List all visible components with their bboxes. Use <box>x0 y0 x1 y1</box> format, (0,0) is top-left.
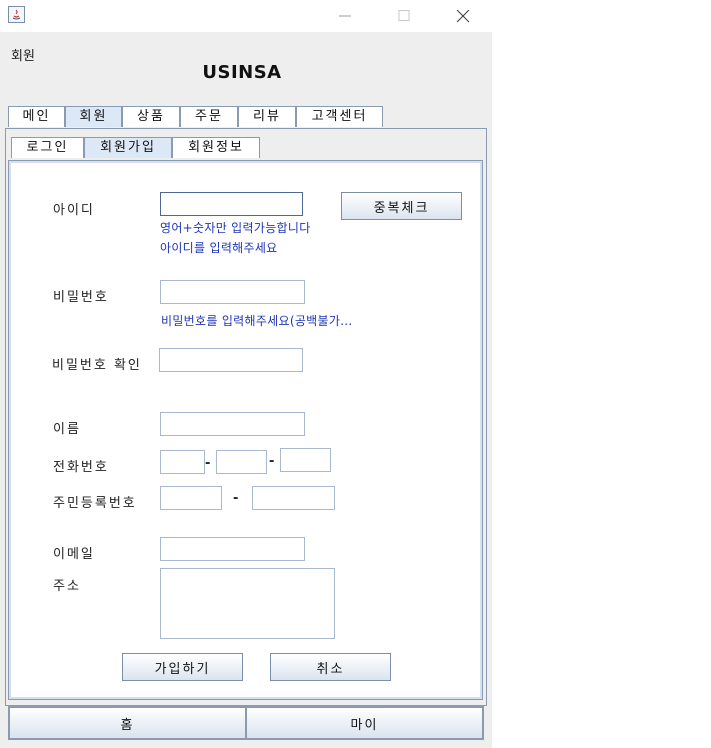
maximize-button[interactable] <box>381 0 427 32</box>
phone-input-2[interactable] <box>216 450 267 474</box>
phone-separator-2: - <box>269 454 275 469</box>
id-label: 아이디 <box>53 203 95 218</box>
address-label: 주소 <box>53 579 81 594</box>
brand-logo-text: USINSA <box>202 62 282 83</box>
app-window: 회원 USINSA 메인 회원 상품 주문 리뷰 고객센터 로그인 회원가입 회… <box>0 0 492 748</box>
tab-customer-center[interactable]: 고객센터 <box>296 106 383 127</box>
tab-member-info[interactable]: 회원정보 <box>172 137 260 158</box>
password-confirm-label: 비밀번호 확인 <box>52 358 142 373</box>
phone-input-3[interactable] <box>280 448 331 472</box>
tab-main[interactable]: 메인 <box>8 106 65 127</box>
rrn-label: 주민등록번호 <box>53 496 137 511</box>
signup-form: 아이디 중복체크 영어+숫자만 입력가능합니다 아이디를 입력해주세요 비밀번호… <box>11 163 480 697</box>
phone-label: 전화번호 <box>53 460 109 475</box>
maximize-icon <box>398 10 410 21</box>
tab-signup[interactable]: 회원가입 <box>84 137 172 158</box>
tab-member[interactable]: 회원 <box>65 106 122 127</box>
close-icon <box>456 10 470 23</box>
name-input[interactable] <box>160 412 305 436</box>
tab-order[interactable]: 주문 <box>180 106 238 127</box>
minimize-icon <box>339 15 351 17</box>
password-hint: 비밀번호를 입력해주세요(공백불가... <box>161 314 353 328</box>
tab-review[interactable]: 리뷰 <box>238 106 296 127</box>
duplicate-check-button[interactable]: 중복체크 <box>341 192 462 220</box>
minimize-button[interactable] <box>322 0 368 32</box>
phone-separator-1: - <box>205 456 211 471</box>
password-input[interactable] <box>160 280 305 304</box>
password-confirm-input[interactable] <box>159 348 303 372</box>
name-label: 이름 <box>53 422 81 437</box>
my-page-button[interactable]: 마이 <box>246 707 483 739</box>
rrn-separator: - <box>233 491 239 506</box>
title-bar <box>0 0 492 32</box>
rrn-front-input[interactable] <box>160 486 222 510</box>
cancel-button[interactable]: 취소 <box>270 653 391 681</box>
email-input[interactable] <box>160 537 305 561</box>
signup-button[interactable]: 가입하기 <box>122 653 243 681</box>
address-textarea[interactable] <box>160 568 335 639</box>
tab-login[interactable]: 로그인 <box>11 137 84 158</box>
phone-input-1[interactable] <box>160 450 205 474</box>
email-label: 이메일 <box>53 547 95 562</box>
id-hint-format: 영어+숫자만 입력가능합니다 <box>160 221 311 235</box>
tab-product[interactable]: 상품 <box>122 106 180 127</box>
home-button[interactable]: 홈 <box>9 707 246 739</box>
password-label: 비밀번호 <box>53 290 109 305</box>
id-hint-required: 아이디를 입력해주세요 <box>160 241 278 255</box>
id-input[interactable] <box>160 192 303 216</box>
rrn-back-input[interactable] <box>252 486 335 510</box>
java-app-icon <box>8 6 25 23</box>
close-button[interactable] <box>440 0 486 32</box>
